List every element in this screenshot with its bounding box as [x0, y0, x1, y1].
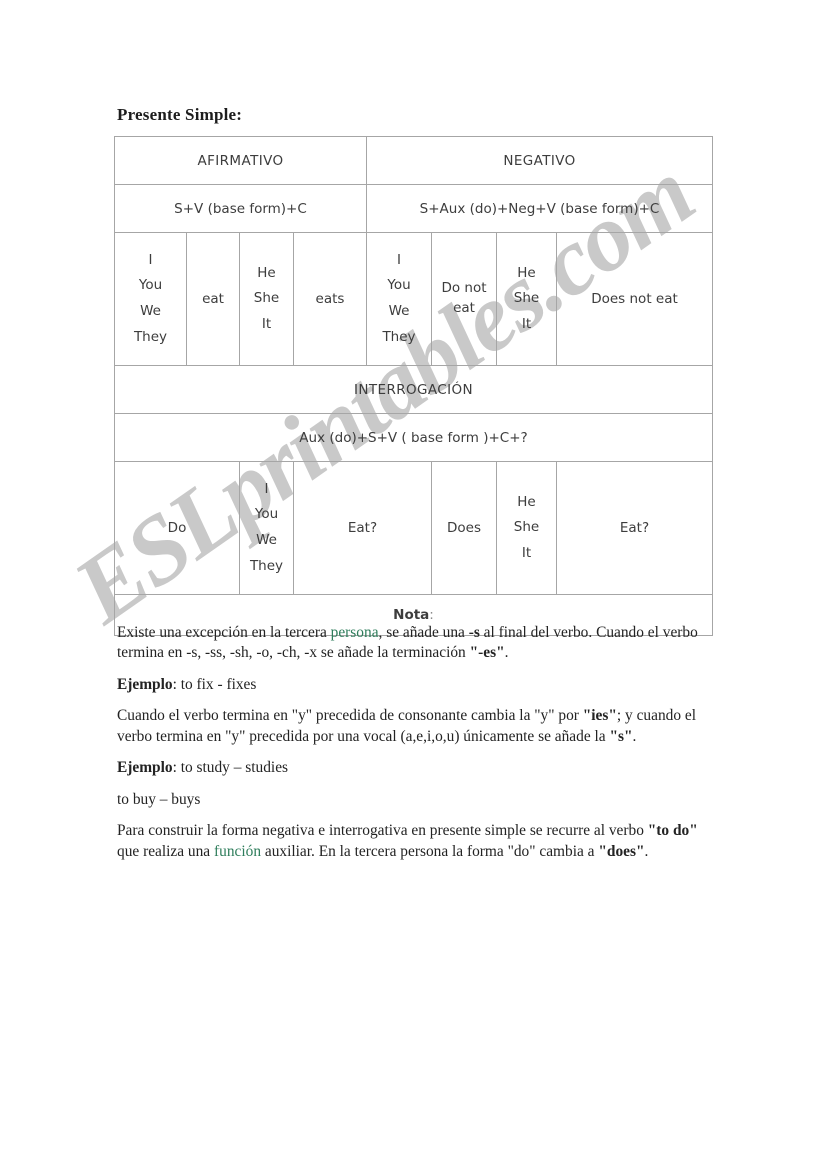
- affirmative-plural-verb: eat: [186, 232, 240, 366]
- header-negative: NEGATIVO: [365, 136, 714, 185]
- p6-text-a: Para construir la forma negativa e inter…: [117, 822, 648, 840]
- pronoun-we: We: [140, 303, 161, 319]
- pronoun-she: She: [513, 519, 540, 536]
- table-row-interrogative-conjugation: Do I You We They Eat? Does He She It Eat…: [114, 461, 714, 595]
- interrogative-plural-pronouns: I You We They: [239, 461, 294, 595]
- paragraph-to-do: Para construir la forma negativa e inter…: [117, 821, 709, 862]
- pronoun-it: It: [521, 315, 532, 332]
- pronoun-they: They: [382, 328, 416, 345]
- example-text-1: : to fix - fixes: [172, 675, 257, 693]
- pronoun-she: She: [253, 290, 280, 307]
- interrogative-third-verb: Eat?: [555, 461, 714, 595]
- paragraph-example-3: to buy – buys: [117, 790, 709, 810]
- p6-text-d: .: [644, 842, 649, 860]
- present-simple-table: AFIRMATIVO NEGATIVO S+V (base form)+C S+…: [113, 136, 714, 636]
- example-label-1: Ejemplo: [117, 675, 173, 693]
- pronoun-he: He: [257, 264, 276, 281]
- formula-interrogative: Aux (do)+S+V ( base form )+C+?: [113, 413, 714, 462]
- pronoun-i: I: [397, 251, 401, 268]
- table-row-conjugation: I You We They eat He She It eats I You W…: [114, 232, 714, 366]
- affirmative-third-pronouns: He She It: [239, 232, 294, 366]
- header-affirmative: AFIRMATIVO: [114, 136, 367, 185]
- note-label: Nota: [393, 607, 430, 623]
- pronoun-i: I: [148, 251, 153, 268]
- paragraph-exception: Existe una excepción en la tercera perso…: [117, 623, 709, 664]
- p6-text-c: auxiliar. En la tercera persona la forma…: [261, 842, 599, 860]
- formula-affirmative: S+V (base form)+C: [114, 184, 367, 233]
- example-text-3: to buy – buys: [117, 790, 201, 808]
- interrogative-third-aux: Does: [431, 461, 497, 595]
- p6-bold-does: "does": [598, 842, 645, 860]
- p1-bold-es: "-es": [469, 644, 505, 662]
- page-title: Presente Simple:: [117, 105, 243, 124]
- interrogative-plural-aux: Do: [114, 461, 240, 595]
- p3-text-a: Cuando el verbo termina en "y" precedida…: [117, 707, 583, 725]
- paragraph-y-rule: Cuando el verbo termina en "y" precedida…: [117, 706, 709, 747]
- table-row-formulas: S+V (base form)+C S+Aux (do)+Neg+V (base…: [114, 184, 714, 233]
- negative-third-verb: Does not eat: [555, 232, 714, 366]
- pronoun-you: You: [254, 506, 279, 523]
- link-funcion[interactable]: función: [214, 843, 261, 860]
- p3-text-c: .: [632, 727, 637, 745]
- negative-third-pronouns: He She It: [496, 232, 557, 366]
- pronoun-he: He: [517, 493, 536, 510]
- p3-bold-ies: "ies": [582, 707, 617, 725]
- example-text-2: : to study – studies: [172, 759, 289, 777]
- table-row-headers: AFIRMATIVO NEGATIVO: [114, 136, 714, 185]
- pronoun-they: They: [133, 328, 168, 345]
- pronoun-we: We: [256, 532, 277, 548]
- negative-plural-pronouns: I You We They: [366, 232, 432, 366]
- p1-bold-s: -s: [468, 624, 480, 641]
- table-row-interrogative-formula: Aux (do)+S+V ( base form )+C+?: [113, 413, 714, 462]
- pronoun-you: You: [387, 277, 411, 294]
- pronoun-you: You: [138, 277, 163, 294]
- paragraph-example-2: Ejemplo: to study – studies: [117, 758, 709, 778]
- body-prose: Existe una excepción en la tercera perso…: [117, 623, 709, 873]
- pronoun-it: It: [521, 544, 532, 561]
- formula-negative: S+Aux (do)+Neg+V (base form)+C: [365, 184, 714, 233]
- negative-plural-verb: Do not eat: [431, 232, 497, 366]
- header-interrogative: INTERROGACIÓN: [113, 365, 714, 414]
- document-page: ESLprintables.com Presente Simple: AFIRM…: [0, 0, 821, 1169]
- note-colon: :: [429, 607, 434, 623]
- interrogative-plural-verb: Eat?: [293, 461, 432, 595]
- pronoun-i: I: [264, 480, 269, 497]
- pronoun-they: They: [249, 557, 284, 574]
- affirmative-plural-pronouns: I You We They: [114, 232, 187, 366]
- p6-bold-todo: "to do": [647, 822, 698, 840]
- pronoun-she: She: [513, 290, 540, 307]
- pronoun-he: He: [517, 264, 536, 281]
- paragraph-example-1: Ejemplo: to fix - fixes: [117, 675, 709, 695]
- affirmative-third-verb: eats: [293, 232, 367, 366]
- p1-text-d: .: [504, 644, 509, 662]
- p3-bold-s: "s": [609, 727, 633, 745]
- pronoun-we: We: [388, 303, 410, 319]
- table-row-interrogative-header: INTERROGACIÓN: [113, 365, 714, 414]
- interrogative-third-pronouns: He She It: [496, 461, 557, 595]
- link-persona[interactable]: persona: [331, 624, 379, 641]
- pronoun-it: It: [261, 315, 272, 332]
- p1-text-b: , se añade una: [378, 624, 469, 641]
- p6-text-b: que realiza una: [117, 842, 214, 860]
- example-label-2: Ejemplo: [117, 759, 173, 777]
- p1-text-a: Existe una excepción en la tercera: [117, 624, 331, 641]
